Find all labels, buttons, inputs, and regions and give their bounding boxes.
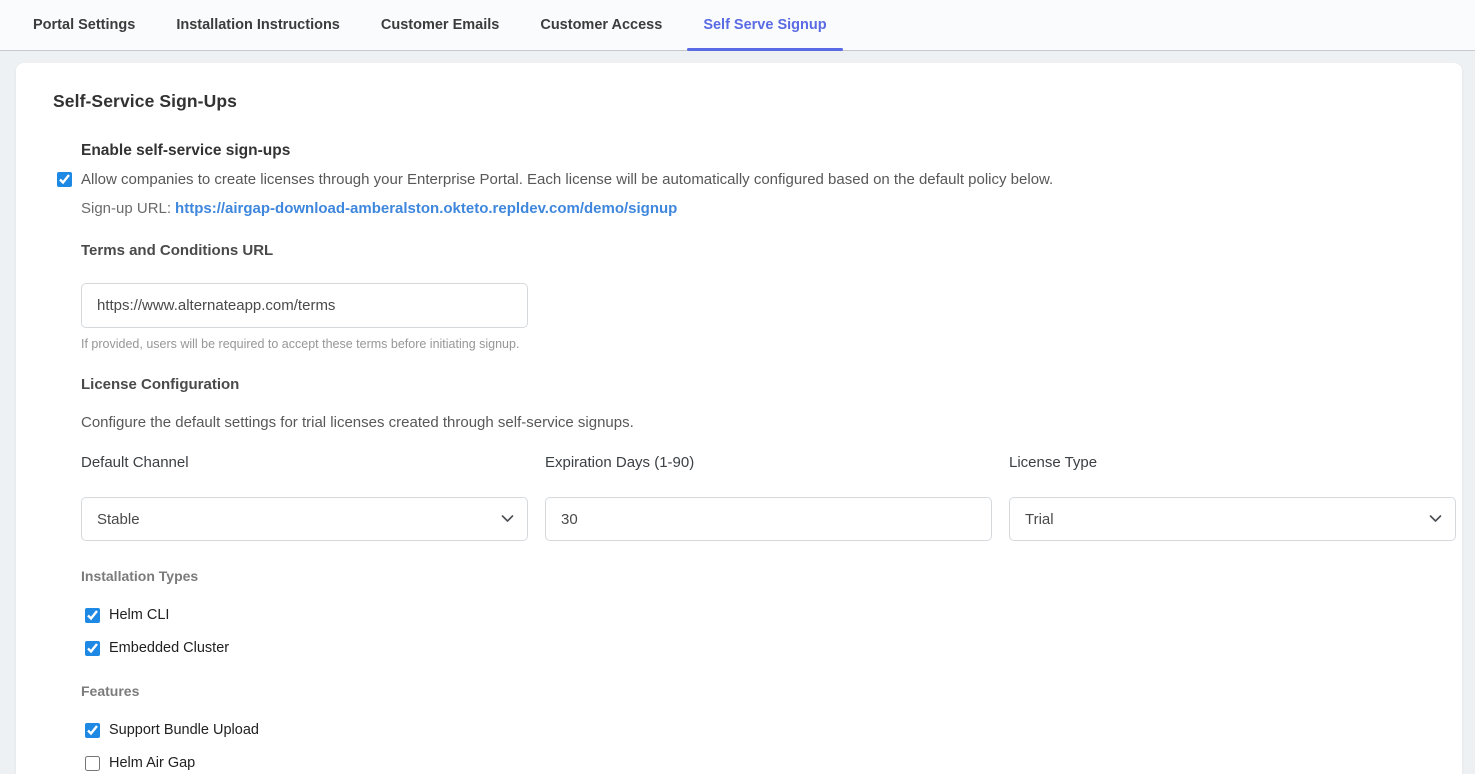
default-channel-select[interactable]: Stable xyxy=(81,497,528,541)
signup-url-label: Sign-up URL: xyxy=(81,200,171,217)
license-configuration-description: Configure the default settings for trial… xyxy=(81,414,1442,431)
page-title: Self-Service Sign-Ups xyxy=(53,91,1442,112)
expiration-days-field: Expiration Days (1-90) xyxy=(545,454,992,541)
support-bundle-upload-checkbox[interactable] xyxy=(85,723,100,738)
tab-portal-settings[interactable]: Portal Settings xyxy=(17,0,151,50)
license-type-label: License Type xyxy=(1009,454,1456,471)
enable-signups-description: Allow companies to create licenses throu… xyxy=(81,171,1053,188)
feature-helm-air-gap[interactable]: Helm Air Gap xyxy=(81,755,1442,771)
license-field-grid: Default Channel Stable Expiration Days (… xyxy=(81,454,1442,541)
signup-url-line: Sign-up URL:https://airgap-download-ambe… xyxy=(81,200,1442,217)
tab-self-serve-signup[interactable]: Self Serve Signup xyxy=(687,0,842,50)
settings-tabbar: Portal Settings Installation Instruction… xyxy=(0,0,1475,51)
terms-url-label: Terms and Conditions URL xyxy=(81,242,1442,259)
enable-signups-heading: Enable self-service sign-ups xyxy=(81,142,1442,160)
self-service-signups-card: Self-Service Sign-Ups Enable self-servic… xyxy=(16,63,1462,774)
support-bundle-upload-label: Support Bundle Upload xyxy=(109,722,259,738)
helm-cli-checkbox[interactable] xyxy=(85,608,100,623)
features-heading: Features xyxy=(81,683,1442,699)
enable-signups-checkbox[interactable] xyxy=(57,172,72,187)
tab-customer-emails[interactable]: Customer Emails xyxy=(365,0,515,50)
helm-air-gap-label: Helm Air Gap xyxy=(109,755,195,771)
terms-url-input[interactable] xyxy=(81,283,528,328)
expiration-days-input[interactable] xyxy=(545,497,992,541)
enable-signups-row: Allow companies to create licenses throu… xyxy=(81,171,1442,188)
embedded-cluster-checkbox[interactable] xyxy=(85,641,100,656)
default-channel-field: Default Channel Stable xyxy=(81,454,528,541)
license-type-field: License Type Trial xyxy=(1009,454,1456,541)
terms-url-helper: If provided, users will be required to a… xyxy=(81,337,1442,351)
default-channel-label: Default Channel xyxy=(81,454,528,471)
helm-cli-label: Helm CLI xyxy=(109,607,169,623)
installation-type-helm-cli[interactable]: Helm CLI xyxy=(81,607,1442,623)
signup-url-link[interactable]: https://airgap-download-amberalston.okte… xyxy=(175,200,677,217)
license-type-select[interactable]: Trial xyxy=(1009,497,1456,541)
tab-customer-access[interactable]: Customer Access xyxy=(524,0,678,50)
feature-support-bundle-upload[interactable]: Support Bundle Upload xyxy=(81,722,1442,738)
tab-installation-instructions[interactable]: Installation Instructions xyxy=(160,0,356,50)
helm-air-gap-checkbox[interactable] xyxy=(85,756,100,771)
installation-types-heading: Installation Types xyxy=(81,568,1442,584)
embedded-cluster-label: Embedded Cluster xyxy=(109,640,229,656)
expiration-days-label: Expiration Days (1-90) xyxy=(545,454,992,471)
license-configuration-heading: License Configuration xyxy=(81,376,1442,393)
installation-type-embedded-cluster[interactable]: Embedded Cluster xyxy=(81,640,1442,656)
